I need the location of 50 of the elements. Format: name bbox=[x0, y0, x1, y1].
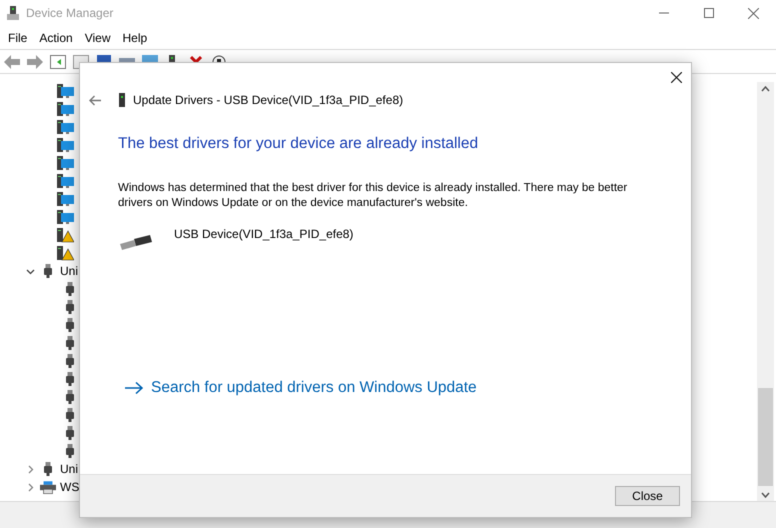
close-icon[interactable] bbox=[671, 71, 683, 83]
scroll-up-icon[interactable] bbox=[761, 86, 770, 92]
tree-item-label[interactable]: Uni bbox=[60, 460, 78, 478]
window-title: Device Manager bbox=[26, 5, 114, 22]
usb-plug-icon bbox=[66, 426, 74, 440]
computer-icon bbox=[57, 210, 74, 224]
usb-plug-icon bbox=[66, 354, 74, 368]
usb-cable-icon bbox=[120, 235, 152, 252]
device-name: USB Device(VID_1f3a_PID_efe8) bbox=[174, 226, 354, 244]
dialog-title: Update Drivers - USB Device(VID_1f3a_PID_efe8) bbox=[133, 92, 404, 109]
usb-plug-icon bbox=[66, 408, 74, 422]
menu-item[interactable]: File bbox=[2, 28, 34, 46]
usb-plug-icon bbox=[44, 264, 52, 278]
scroll-down-icon[interactable] bbox=[761, 492, 770, 498]
dialog-message: Windows has determined that the best driver for this device is already installed. There may be better drivers on Windows Update or on the device manufacturer's website. bbox=[118, 181, 628, 212]
arrow-right-icon bbox=[125, 382, 143, 394]
usb-plug-icon bbox=[66, 390, 74, 404]
usb-plug-icon bbox=[66, 300, 74, 314]
device-manager-icon bbox=[7, 6, 19, 20]
minimize-icon[interactable] bbox=[658, 12, 668, 14]
tree-item-label[interactable]: WS bbox=[60, 478, 80, 496]
maximize-icon[interactable] bbox=[704, 8, 714, 18]
computer-icon bbox=[57, 192, 74, 206]
usb-plug-icon bbox=[44, 462, 52, 476]
back-arrow-icon[interactable] bbox=[89, 94, 101, 106]
windows-update-link[interactable]: Search for updated drivers on Windows Update bbox=[125, 376, 477, 400]
menu-item[interactable]: Action bbox=[33, 28, 79, 46]
close-dialog-button[interactable]: Close bbox=[615, 486, 680, 506]
scrollbar-thumb[interactable] bbox=[758, 388, 773, 486]
computer-icon bbox=[57, 84, 74, 98]
usb-device-icon bbox=[119, 93, 125, 107]
menu-item[interactable]: View bbox=[78, 28, 116, 46]
chevron-down-icon[interactable] bbox=[26, 266, 34, 276]
computer-icon bbox=[57, 156, 74, 170]
menu-item[interactable]: Help bbox=[116, 28, 154, 46]
scrollbar[interactable] bbox=[757, 82, 774, 502]
computer-icon bbox=[57, 102, 74, 116]
usb-plug-icon bbox=[66, 372, 74, 386]
usb-plug-icon bbox=[66, 282, 74, 296]
computer-warning-icon bbox=[57, 246, 74, 260]
tree-item-label[interactable]: Uni bbox=[60, 262, 78, 280]
computer-icon bbox=[57, 138, 74, 152]
usb-plug-icon bbox=[66, 336, 74, 350]
printer-icon bbox=[40, 480, 56, 494]
computer-warning-icon bbox=[57, 228, 74, 242]
usb-plug-icon bbox=[66, 444, 74, 458]
usb-plug-icon bbox=[66, 318, 74, 332]
dialog-heading: The best drivers for your device are already installed bbox=[118, 134, 480, 154]
computer-icon bbox=[57, 174, 74, 188]
computer-icon bbox=[57, 120, 74, 134]
